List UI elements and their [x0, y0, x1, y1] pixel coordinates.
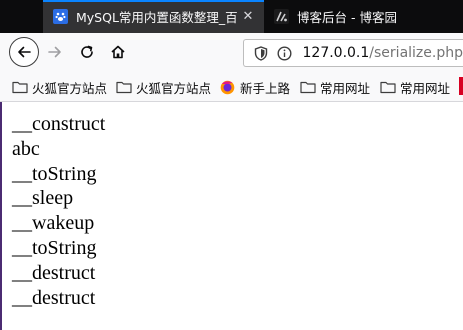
output-line: __construct: [12, 113, 106, 135]
tab-bar: MySQL常用内置函数整理_百度 ✕ 博客后台 - 博客园: [0, 0, 463, 33]
output-line: __wakeup: [12, 212, 95, 235]
forward-button[interactable]: [40, 37, 70, 67]
output-line: __destruct: [12, 286, 96, 309]
close-tab-icon[interactable]: ✕: [238, 9, 258, 24]
bookmark-label: 火狐官方站点: [32, 80, 108, 96]
home-icon: [111, 45, 125, 59]
bookmark-item[interactable]: 常用网址: [380, 77, 450, 97]
info-icon[interactable]: [277, 45, 292, 61]
tab-title: 博客后台 - 博客园: [297, 10, 397, 25]
tab-title: MySQL常用内置函数整理_百度: [76, 10, 238, 25]
reload-button[interactable]: [72, 37, 102, 67]
bookmark-item[interactable]: 新手上路: [220, 77, 290, 97]
page-content: __construct abc __toString __sleep __wak…: [12, 112, 452, 310]
cnblogs-icon: [274, 9, 289, 24]
bookmark-label: 新手上路: [240, 80, 291, 96]
bookmark-overflow-indicator[interactable]: [459, 77, 463, 95]
bookmark-item[interactable]: 火狐官方站点: [116, 77, 211, 97]
forward-arrow-icon: [48, 46, 61, 58]
bookmark-item[interactable]: 常用网址: [300, 77, 370, 97]
home-button[interactable]: [103, 37, 133, 67]
output-line: abc: [12, 137, 40, 160]
window-edge: [0, 102, 2, 330]
output-line: __destruct: [12, 261, 96, 284]
tab-mysql-functions[interactable]: MySQL常用内置函数整理_百度 ✕: [43, 0, 264, 33]
url-host: 127.0.0.1: [302, 45, 370, 61]
bookmark-item[interactable]: 火狐官方站点: [12, 77, 107, 97]
folder-icon: [116, 80, 132, 94]
address-bar[interactable]: 127.0.0.1/serialize.php: [243, 39, 463, 67]
tab-cnblogs-admin[interactable]: 博客后台 - 博客园: [264, 0, 463, 33]
bookmark-label: 常用网址: [320, 80, 371, 96]
bookmarks-toolbar: 火狐官方站点 火狐官方站点 新手上路 常用网址 常用网址: [0, 71, 463, 102]
folder-icon: [12, 80, 28, 94]
bookmark-label: 常用网址: [400, 80, 451, 96]
output-line: __sleep: [12, 187, 74, 210]
output-line: __toString: [12, 162, 97, 185]
bookmark-label: 火狐官方站点: [136, 80, 212, 96]
folder-icon: [380, 80, 396, 94]
back-button[interactable]: [9, 37, 39, 67]
back-arrow-icon: [18, 46, 31, 58]
shield-icon[interactable]: [253, 45, 268, 61]
url-text: 127.0.0.1/serialize.php: [303, 45, 463, 61]
baidu-paw-icon: [53, 9, 68, 24]
folder-icon: [300, 80, 316, 94]
reload-icon: [81, 45, 93, 58]
output-line: __toString: [12, 236, 97, 259]
url-path: /serialize.php: [369, 45, 463, 61]
firefox-icon: [220, 80, 236, 95]
